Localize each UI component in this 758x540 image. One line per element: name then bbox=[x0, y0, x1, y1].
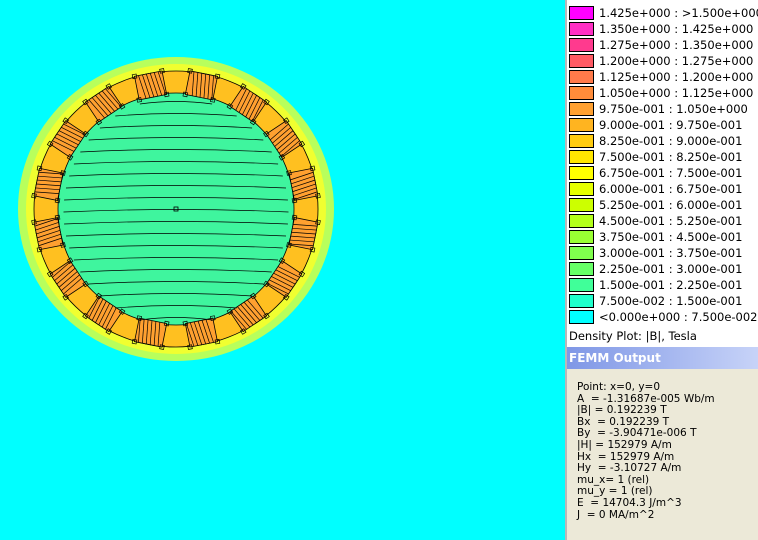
legend-swatch bbox=[569, 86, 594, 100]
output-line: Point: x=0, y=0 bbox=[577, 381, 661, 393]
legend-row: 9.000e-001 : 9.750e-001 bbox=[569, 118, 758, 134]
legend-label: <0.000e+000 : 7.500e-002 bbox=[599, 310, 758, 324]
legend-row: 2.250e-001 : 3.000e-001 bbox=[569, 262, 758, 278]
output-body: Point: x=0, y=0 A = -1.31687e-005 Wb/m |B|… bbox=[567, 369, 758, 521]
legend-swatch bbox=[569, 38, 594, 52]
output-line: E = 14704.3 J/m^3 bbox=[577, 496, 682, 509]
legend-label: 4.500e-001 : 5.250e-001 bbox=[599, 214, 743, 228]
legend-swatch bbox=[569, 150, 594, 164]
legend-row: 3.750e-001 : 4.500e-001 bbox=[569, 230, 758, 246]
output-titlebar[interactable]: FEMM Output bbox=[567, 347, 758, 369]
legend-label: 1.350e+000 : 1.425e+000 bbox=[599, 22, 754, 36]
legend-swatch bbox=[569, 166, 594, 180]
legend-swatch bbox=[569, 214, 594, 228]
legend-label: 7.500e-002 : 1.500e-001 bbox=[599, 294, 743, 308]
legend-label: 6.000e-001 : 6.750e-001 bbox=[599, 182, 743, 196]
legend-row: 4.500e-001 : 5.250e-001 bbox=[569, 214, 758, 230]
legend-swatch bbox=[569, 22, 594, 36]
output-panel: FEMM Output Point: x=0, y=0 A = -1.31687e… bbox=[567, 347, 758, 540]
legend-label: 1.050e+000 : 1.125e+000 bbox=[599, 86, 754, 100]
legend-swatch bbox=[569, 54, 594, 68]
output-line: Hy = -3.10727 A/m bbox=[577, 462, 682, 475]
legend-swatch bbox=[569, 246, 594, 260]
legend-label: 2.250e-001 : 3.000e-001 bbox=[599, 262, 743, 276]
legend-swatch bbox=[569, 278, 594, 292]
legend-swatch bbox=[569, 102, 594, 116]
legend-row: 8.250e-001 : 9.000e-001 bbox=[569, 134, 758, 150]
legend-label: 1.125e+000 : 1.200e+000 bbox=[599, 70, 754, 84]
legend-row: 5.250e-001 : 6.000e-001 bbox=[569, 198, 758, 214]
legend-row: 7.500e-002 : 1.500e-001 bbox=[569, 294, 758, 310]
legend-label: 1.200e+000 : 1.275e+000 bbox=[599, 54, 754, 68]
legend-row: 1.500e-001 : 2.250e-001 bbox=[569, 278, 758, 294]
legend-row: <0.000e+000 : 7.500e-002 bbox=[569, 310, 758, 326]
legend-swatch bbox=[569, 6, 594, 20]
legend-swatch bbox=[569, 118, 594, 132]
legend-swatch bbox=[569, 310, 594, 324]
legend-label: 3.000e-001 : 3.750e-001 bbox=[599, 246, 743, 260]
legend-swatch bbox=[569, 198, 594, 212]
legend-row: 1.200e+000 : 1.275e+000 bbox=[569, 54, 758, 70]
legend-row: 1.350e+000 : 1.425e+000 bbox=[569, 22, 758, 38]
legend-row: 1.275e+000 : 1.350e+000 bbox=[569, 38, 758, 54]
legend-label: 6.750e-001 : 7.500e-001 bbox=[599, 166, 743, 180]
legend-row: 6.750e-001 : 7.500e-001 bbox=[569, 166, 758, 182]
legend-label: 8.250e-001 : 9.000e-001 bbox=[599, 134, 743, 148]
bore-region bbox=[57, 92, 295, 326]
legend-panel: 1.425e+000 : >1.500e+000 1.350e+000 : 1.4… bbox=[567, 0, 758, 347]
legend-swatch bbox=[569, 70, 594, 84]
legend-label: 7.500e-001 : 8.250e-001 bbox=[599, 150, 743, 164]
legend-row: 1.125e+000 : 1.200e+000 bbox=[569, 70, 758, 86]
legend-label: 5.250e-001 : 6.000e-001 bbox=[599, 198, 743, 212]
output-line: |H| = 152979 A/m bbox=[577, 438, 672, 451]
legend-row: 3.000e-001 : 3.750e-001 bbox=[569, 246, 758, 262]
legend-label: 9.000e-001 : 9.750e-001 bbox=[599, 118, 743, 132]
legend-title: Density Plot: |B|, Tesla bbox=[569, 329, 697, 343]
legend-row: 7.500e-001 : 8.250e-001 bbox=[569, 150, 758, 166]
legend-swatch bbox=[569, 294, 594, 308]
legend-row: 6.000e-001 : 6.750e-001 bbox=[569, 182, 758, 198]
legend-row: 1.050e+000 : 1.125e+000 bbox=[569, 86, 758, 102]
output-line: J = 0 MA/m^2 bbox=[577, 508, 655, 521]
legend-swatch bbox=[569, 262, 594, 276]
density-plot-svg[interactable] bbox=[0, 0, 565, 540]
legend-label: 1.425e+000 : >1.500e+000 bbox=[599, 6, 758, 20]
legend-swatch bbox=[569, 230, 594, 244]
legend-label: 1.275e+000 : 1.350e+000 bbox=[599, 38, 754, 52]
legend-label: 3.750e-001 : 4.500e-001 bbox=[599, 230, 743, 244]
legend-row: 1.425e+000 : >1.500e+000 bbox=[569, 6, 758, 22]
legend-swatch bbox=[569, 182, 594, 196]
density-plot-canvas[interactable] bbox=[0, 0, 565, 540]
legend-swatch bbox=[569, 134, 594, 148]
legend-label: 1.500e-001 : 2.250e-001 bbox=[599, 278, 743, 292]
legend-row: 9.750e-001 : 1.050e+000 bbox=[569, 102, 758, 118]
legend-label: 9.750e-001 : 1.050e+000 bbox=[599, 102, 748, 116]
